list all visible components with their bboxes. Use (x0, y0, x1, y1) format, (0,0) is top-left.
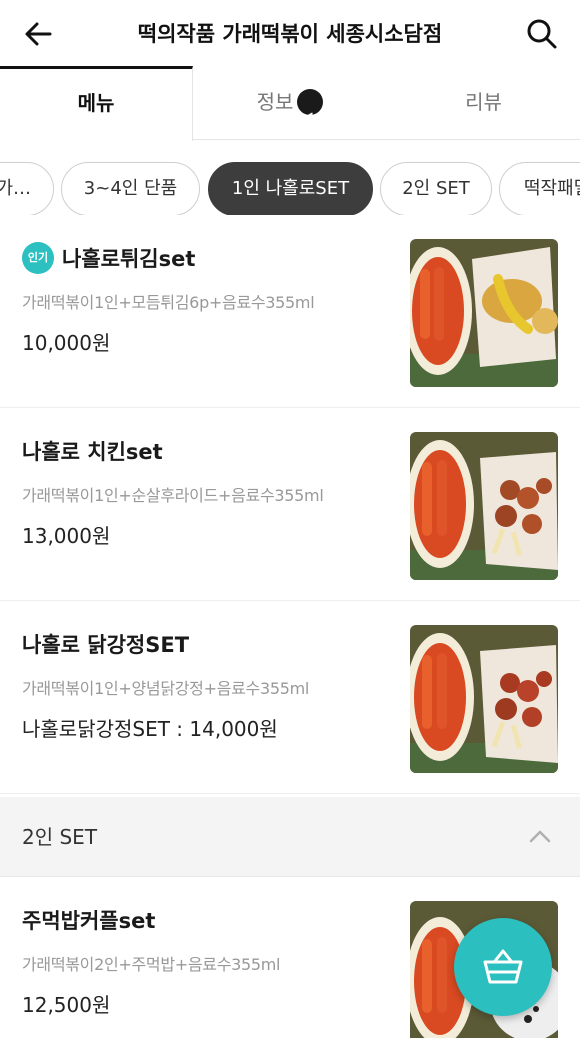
menu-item-name: 나홀로 치킨set (22, 440, 163, 464)
chip-category-4[interactable]: 떡작패밀 (499, 162, 580, 216)
basket-icon (483, 949, 523, 984)
menu-item-price: 12,500원 (22, 993, 111, 1017)
menu-item-description: 가래떡볶이1인+양념닭강정+음료수355ml (22, 679, 310, 698)
popular-badge: 인기 (22, 242, 54, 274)
app-header: 떡의작품 가래떡볶이 세종시소담점 (0, 0, 580, 68)
cart-button[interactable] (454, 918, 552, 1016)
tab-info-label: 정보 (256, 90, 294, 114)
store-tabs: 메뉴 정보 리뷰 (0, 66, 580, 141)
menu-item-name-row: 인기 나홀로튀김set (22, 242, 196, 276)
menu-item-description: 가래떡볶이1인+모듬튀김6p+음료수355ml (22, 293, 315, 312)
menu-item-photo (410, 239, 558, 387)
menu-item[interactable]: 나홀로 닭강정SET 가래떡볶이1인+양념닭강정+음료수355ml 나홀로닭강정… (0, 601, 580, 794)
menu-item-name: 나홀로 닭강정SET (22, 633, 190, 657)
menu-item-name: 나홀로튀김set (62, 247, 196, 271)
section-header-2-set[interactable]: 2인 SET (0, 797, 580, 877)
tab-menu[interactable]: 메뉴 (0, 66, 193, 141)
menu-item-name: 주먹밥커플set (22, 909, 156, 933)
arrow-left-icon[interactable] (20, 16, 56, 52)
menu-item-price: 10,000원 (22, 331, 111, 355)
menu-item-price: 13,000원 (22, 524, 111, 548)
menu-item-photo (410, 625, 558, 773)
menu-item-photo (410, 432, 558, 580)
menu-item-description: 가래떡볶이1인+순살후라이드+음료수355ml (22, 486, 324, 505)
page-title: 떡의작품 가래떡볶이 세종시소담점 (137, 22, 443, 46)
menu-item-price: 나홀로닭강정SET : 14,000원 (22, 717, 278, 741)
menu-item[interactable]: 나홀로 치킨set 가래떡볶이1인+순살후라이드+음료수355ml 13,000… (0, 408, 580, 601)
megaphone-icon (297, 88, 324, 125)
menu-item[interactable]: 인기 나홀로튀김set 가래떡볶이1인+모듬튀김6p+음료수355ml 10,00… (0, 215, 580, 408)
chevron-up-icon[interactable] (528, 825, 552, 849)
chip-category-2[interactable]: 1인 나홀로SET (208, 162, 373, 216)
tab-review-label: 리뷰 (465, 90, 502, 114)
section-title: 2인 SET (22, 825, 98, 849)
chip-category-3[interactable]: 2인 SET (380, 162, 492, 216)
chip-category-0[interactable]: 가… (0, 162, 54, 216)
tab-review[interactable]: 리뷰 (387, 66, 580, 140)
menu-item-description: 가래떡볶이2인+주먹밥+음료수355ml (22, 955, 281, 974)
search-icon[interactable] (524, 16, 560, 52)
chip-category-1[interactable]: 3~4인 단품 (61, 162, 200, 216)
category-chips: 가… 3~4인 단품 1인 나홀로SET 2인 SET 떡작패밀 (0, 162, 580, 216)
tab-info[interactable]: 정보 (193, 66, 387, 140)
tab-menu-label: 메뉴 (77, 91, 115, 115)
